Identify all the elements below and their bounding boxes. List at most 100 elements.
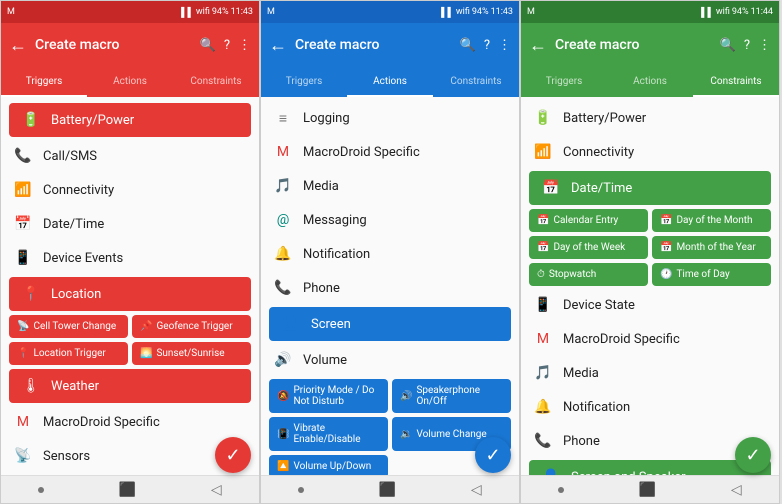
time-2: 11:43: [491, 7, 513, 17]
list-item-connectivity-1[interactable]: 📶 Connectivity: [1, 173, 259, 207]
header-3: ← Create macro 🔍 ? ⋮: [521, 23, 779, 67]
list-item-datetime-3[interactable]: 📅 Date/Time: [529, 171, 771, 205]
back-btn-2[interactable]: ←: [269, 35, 289, 56]
volume-label: Volume: [303, 353, 347, 368]
search-icon-1[interactable]: 🔍: [200, 38, 216, 53]
list-item-notification-3[interactable]: 🔔 Notification: [521, 390, 779, 424]
volume-updown-btn[interactable]: 🔼 Volume Up/Down: [269, 455, 388, 475]
list-item-notification-2[interactable]: 🔔 Notification: [261, 237, 519, 271]
tab-constraints-2[interactable]: Constraints: [433, 67, 519, 97]
nav-home-1: [38, 487, 44, 493]
stopwatch-btn[interactable]: ⏱ Stopwatch: [529, 263, 648, 286]
nav-back-3[interactable]: ◁: [731, 482, 742, 498]
list-item-battery-3[interactable]: 🔋 Battery/Power: [521, 101, 779, 135]
list-item-messaging[interactable]: @ Messaging: [261, 203, 519, 237]
back-btn-3[interactable]: ←: [529, 35, 549, 56]
phone-icon-3: 📞: [533, 433, 553, 449]
tab-actions-1[interactable]: Actions: [87, 67, 173, 97]
help-icon-2[interactable]: ?: [484, 38, 490, 53]
list-item-macrodroid-3[interactable]: Μ MacroDroid Specific: [521, 322, 779, 356]
tab-actions-2[interactable]: Actions: [347, 67, 433, 97]
search-icon-3[interactable]: 🔍: [720, 38, 736, 53]
nav-back-1[interactable]: ◁: [211, 482, 222, 498]
nav-recents-1[interactable]: ⬛: [119, 482, 136, 498]
location-trigger-btn[interactable]: 📍 Location Trigger: [9, 342, 128, 365]
nav-recents-3[interactable]: ⬛: [639, 482, 656, 498]
location-trigger-icon: 📍: [17, 348, 29, 359]
more-icon-1[interactable]: ⋮: [238, 38, 251, 53]
location-label: Location: [51, 287, 101, 302]
list-item-screenspeaker[interactable]: 👤 Screen and Speaker: [529, 460, 771, 475]
tab-triggers-1[interactable]: Triggers: [1, 67, 87, 97]
list-item-volume[interactable]: 🔊 Volume: [261, 343, 519, 377]
list-item-media-3[interactable]: 🎵 Media: [521, 356, 779, 390]
connectivity-icon-1: 📶: [13, 182, 33, 198]
fab-check-2[interactable]: ✓: [475, 437, 511, 473]
priority-mode-btn[interactable]: 🔕 Priority Mode / Do Not Disturb: [269, 379, 388, 413]
list-item-macrodroid-2[interactable]: Μ MacroDroid Specific: [261, 135, 519, 169]
logging-label: Logging: [303, 111, 350, 126]
tab-bar-3: Triggers Actions Constraints: [521, 67, 779, 97]
back-btn-1[interactable]: ←: [9, 35, 29, 56]
status-bar-3: M ▌▌ wifi 94% 11:44: [521, 1, 779, 23]
battery-icon-1: 🔋: [21, 112, 41, 128]
list-item-callsms[interactable]: 📞 Call/SMS: [1, 139, 259, 173]
sunset-btn[interactable]: 🌅 Sunset/Sunrise: [132, 342, 251, 365]
notification-icon-3: 🔔: [533, 399, 553, 415]
list-item-weather[interactable]: 🌡 Weather: [9, 369, 251, 403]
help-icon-1[interactable]: ?: [224, 38, 230, 53]
nav-back-2[interactable]: ◁: [471, 482, 482, 498]
battery-2: 94%: [472, 7, 489, 17]
nav-home-2: [298, 487, 304, 493]
panel-blue: M ▌▌ wifi 94% 11:43 ← Create macro 🔍 ? ⋮…: [260, 0, 520, 504]
list-item-connectivity-3[interactable]: 📶 Connectivity: [521, 135, 779, 169]
media-icon-3: 🎵: [533, 365, 553, 381]
cell-tower-btn[interactable]: 📡 Cell Tower Change: [9, 315, 128, 338]
list-item-logging[interactable]: ≡ Logging: [261, 101, 519, 135]
vibrate-btn[interactable]: 📳 Vibrate Enable/Disable: [269, 417, 388, 451]
speakerphone-btn[interactable]: 🔊 Speakerphone On/Off: [392, 379, 511, 413]
volume-icon: 🔊: [273, 352, 293, 368]
priority-mode-icon: 🔕: [277, 391, 289, 402]
carrier-1: M: [7, 7, 15, 17]
calendar-entry-btn[interactable]: 📅 Calendar Entry: [529, 209, 648, 232]
month-of-year-icon: 📅: [660, 242, 672, 253]
more-icon-3[interactable]: ⋮: [758, 38, 771, 53]
list-item-macrodroid-1[interactable]: Μ MacroDroid Specific: [1, 405, 259, 439]
geofence-btn[interactable]: 📌 Geofence Trigger: [132, 315, 251, 338]
sunset-icon: 🌅: [140, 348, 152, 359]
time-3: 11:44: [751, 7, 773, 17]
list-item-screen-2[interactable]: 👤 Screen: [269, 307, 511, 341]
list-item-battery-1[interactable]: 🔋 Battery/Power: [9, 103, 251, 137]
tab-triggers-2[interactable]: Triggers: [261, 67, 347, 97]
logging-icon: ≡: [273, 110, 293, 127]
list-item-location[interactable]: 📍 Location: [9, 277, 251, 311]
datetime-btn-grid3: ⏱ Stopwatch 🕐 Time of Day: [521, 261, 779, 288]
fab-check-1[interactable]: ✓: [215, 437, 251, 473]
fab-check-3[interactable]: ✓: [735, 437, 771, 473]
search-icon-2[interactable]: 🔍: [460, 38, 476, 53]
status-bar-1: M ▌▌ wifi 94% 11:43: [1, 1, 259, 23]
list-item-deviceevents[interactable]: 📱 Device Events: [1, 241, 259, 275]
month-of-year-btn[interactable]: 📅 Month of the Year: [652, 236, 771, 259]
datetime-icon-1: 📅: [13, 216, 33, 232]
tab-actions-3[interactable]: Actions: [607, 67, 693, 97]
day-of-month-icon: 📅: [660, 215, 672, 226]
tab-triggers-3[interactable]: Triggers: [521, 67, 607, 97]
list-item-datetime-1[interactable]: 📅 Date/Time: [1, 207, 259, 241]
signal-2: ▌▌: [441, 7, 454, 18]
tab-constraints-1[interactable]: Constraints: [173, 67, 259, 97]
time-of-day-btn[interactable]: 🕐 Time of Day: [652, 263, 771, 286]
list-item-devicestate[interactable]: 📱 Device State: [521, 288, 779, 322]
list-item-phone-2[interactable]: 📞 Phone: [261, 271, 519, 305]
day-of-week-btn[interactable]: 📅 Day of the Week: [529, 236, 648, 259]
more-icon-2[interactable]: ⋮: [498, 38, 511, 53]
nav-recents-2[interactable]: ⬛: [379, 482, 396, 498]
day-of-month-btn[interactable]: 📅 Day of the Month: [652, 209, 771, 232]
tab-constraints-3[interactable]: Constraints: [693, 67, 779, 97]
phone-label-3: Phone: [563, 434, 600, 449]
messaging-label: Messaging: [303, 213, 367, 228]
list-item-media-2[interactable]: 🎵 Media: [261, 169, 519, 203]
help-icon-3[interactable]: ?: [744, 38, 750, 53]
macrodroid-label-1: MacroDroid Specific: [43, 415, 160, 430]
